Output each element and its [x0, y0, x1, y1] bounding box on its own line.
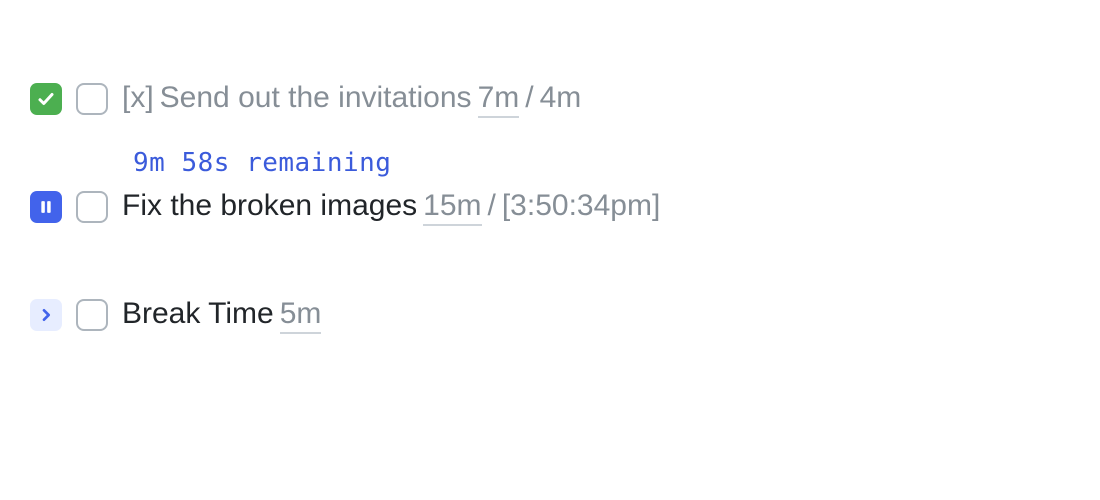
task-row: 9m 58s remaining Fix the broken images 1… — [30, 188, 1070, 226]
task-checkbox[interactable] — [76, 299, 108, 331]
task-content: Break Time 5m — [122, 296, 321, 334]
done-marker: [x] — [122, 80, 154, 116]
task-title[interactable]: Fix the broken images — [122, 188, 417, 224]
task-row: [x] Send out the invitations 7m / 4m — [30, 80, 1070, 118]
pause-icon[interactable] — [30, 191, 62, 223]
task-row: Break Time 5m — [30, 296, 1070, 334]
task-title[interactable]: Break Time — [122, 296, 274, 332]
task-title[interactable]: Send out the invitations — [160, 80, 472, 116]
task-estimate[interactable]: 7m — [478, 80, 520, 118]
remaining-time-label: 9m 58s remaining — [133, 148, 391, 178]
checkmark-icon[interactable] — [30, 83, 62, 115]
chevron-right-icon[interactable] — [30, 299, 62, 331]
task-actual: 4m — [540, 80, 582, 116]
task-timestamp: [3:50:34pm] — [502, 188, 660, 224]
task-content: [x] Send out the invitations 7m / 4m — [122, 80, 581, 118]
task-estimate[interactable]: 5m — [280, 296, 322, 334]
task-list: [x] Send out the invitations 7m / 4m 9m … — [30, 80, 1070, 334]
task-checkbox[interactable] — [76, 83, 108, 115]
task-checkbox[interactable] — [76, 191, 108, 223]
time-separator: / — [488, 188, 496, 224]
time-separator: / — [525, 80, 533, 116]
task-estimate[interactable]: 15m — [423, 188, 481, 226]
task-content: Fix the broken images 15m / [3:50:34pm] — [122, 188, 660, 226]
